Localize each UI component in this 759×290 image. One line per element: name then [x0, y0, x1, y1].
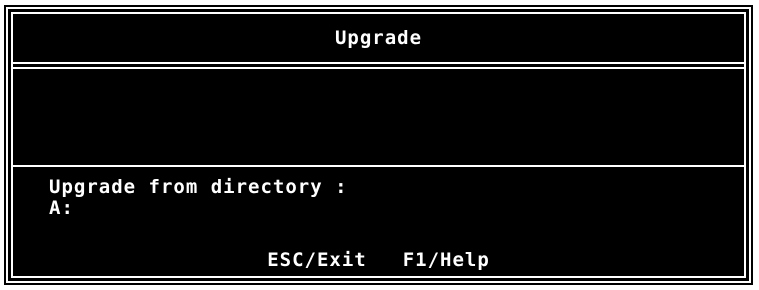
title-divider-upper — [11, 62, 746, 64]
dialog-title: Upgrade — [334, 27, 423, 49]
esc-exit-hotkey[interactable]: ESC/Exit — [267, 249, 367, 271]
message-area — [13, 69, 744, 165]
f1-help-hotkey[interactable]: F1/Help — [403, 249, 490, 271]
hotkey-bar: ESC/Exit F1/Help — [13, 249, 744, 271]
upgrade-dialog: Upgrade Upgrade from directory : ESC/Exi… — [4, 5, 753, 285]
section-divider — [11, 165, 746, 167]
directory-prompt-label: Upgrade from directory : — [49, 176, 348, 198]
directory-input[interactable] — [49, 197, 689, 219]
